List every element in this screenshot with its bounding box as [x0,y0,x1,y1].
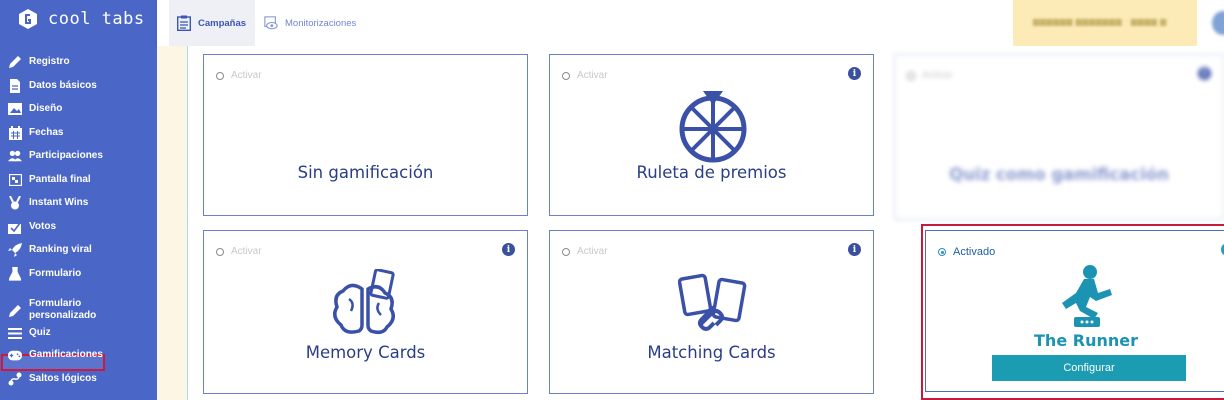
medal-icon [8,196,22,210]
card-title: Memory Cards [305,343,426,362]
sidebar-item-label: Saltos lógicos [29,373,97,384]
radio-label: Activar [231,246,262,257]
card-memory-cards[interactable]: Activar i Memory Cards [203,230,528,394]
info-icon[interactable]: i [848,243,861,256]
radio-circle[interactable] [216,71,224,80]
activate-radio[interactable]: Activar [907,70,953,81]
flask-icon [8,267,22,281]
sidebar-item-label: Fechas [29,127,64,138]
radio-circle[interactable] [562,247,570,256]
card-sin-gamificacion[interactable]: Activar Sin gamificación [203,54,528,216]
clipboard-icon [177,15,191,31]
eye-icon [264,16,278,30]
user-menu-redacted[interactable]: ▆▆▆▆▆▆ ▆▆▆▆▆▆▆ · ▆▆▆▆ ▆ [1013,0,1197,46]
sidebar-item-label: Gamificaciones [29,349,103,360]
info-icon[interactable]: i [848,67,861,80]
radio-label: Activar [577,246,608,257]
activate-radio[interactable]: Activar [216,70,262,81]
sidebar: cool tabs Registro Datos básicos Diseño … [0,0,157,400]
pencil-icon [8,55,22,69]
activate-radio[interactable]: Activar [562,70,608,81]
radio-label: Activar [577,70,608,81]
sidebar-item-label: Diseño [29,103,63,114]
sidebar-item-label: Pantalla final [29,174,91,185]
brand-name: cool tabs [48,9,145,29]
main-content: Activar Sin gamificación Activar i Rulet… [157,46,1224,400]
activate-radio[interactable]: Activar [216,246,262,257]
linked-cards-icon [678,273,747,331]
radio-circle[interactable] [907,71,915,80]
calendar-icon [8,126,22,140]
brand-logo[interactable]: cool tabs [17,8,145,30]
sidebar-item-label: Instant Wins [29,197,89,208]
card-title: Matching Cards [647,343,776,362]
rocket-icon [8,243,22,257]
sidebar-item-label: Registro [29,56,70,67]
vote-icon [8,220,22,234]
card-title: Sin gamificación [297,163,434,182]
tab-label: Monitorizaciones [285,17,357,29]
radio-label: Activar [922,70,953,81]
selected-card-highlight [921,224,1224,400]
sidebar-item-label: Formulario [29,268,82,279]
roulette-icon [679,91,747,163]
gamification-panel: Activar Sin gamificación Activar i Rulet… [187,46,1224,400]
top-bar: Campañas Monitorizaciones ▆▆▆▆▆▆ ▆▆▆▆▆▆▆… [157,0,1224,46]
sidebar-item-label: Formulario personalizado [29,298,97,321]
activate-radio[interactable]: Activar [562,246,608,257]
radio-circle[interactable] [562,71,570,80]
users-icon [8,149,22,163]
sidebar-item-label: Ranking viral [29,244,92,255]
sidebar-item-label: Datos básicos [29,80,97,91]
card-quiz-gamificacion[interactable]: Activar i Quiz como gamificación [894,54,1224,220]
sidebar-item-label: Votos [29,221,57,232]
image-icon [8,102,22,116]
tab-label: Campañas [198,17,247,29]
gamepad-icon [8,348,22,362]
info-icon[interactable]: i [1198,67,1211,80]
route-icon [8,372,22,386]
radio-circle[interactable] [216,247,224,256]
list-icon [8,326,22,340]
brain-cards-icon [333,269,395,335]
card-ruleta-de-premios[interactable]: Activar i Ruleta de premios [549,54,874,216]
tab-monitorizaciones[interactable]: Monitorizaciones [264,0,356,46]
flag-icon [8,173,22,187]
tab-campanas[interactable]: Campañas [169,0,255,46]
radio-label: Activar [231,70,262,81]
pen-icon [8,303,22,317]
card-matching-cards[interactable]: Activar i Matching Cards [549,230,874,394]
document-icon [8,79,22,93]
redacted-user-info: ▆▆▆▆▆▆ ▆▆▆▆▆▆▆ · ▆▆▆▆ ▆ [1033,17,1167,26]
card-title: Ruleta de premios [636,163,787,182]
info-icon[interactable]: i [502,243,515,256]
sidebar-item-label: Quiz [29,327,51,338]
avatar[interactable] [1212,11,1224,35]
sidebar-item-label: Participaciones [29,150,103,161]
card-title: Quiz como gamificación [949,165,1169,184]
logo-mark-icon [19,9,37,29]
